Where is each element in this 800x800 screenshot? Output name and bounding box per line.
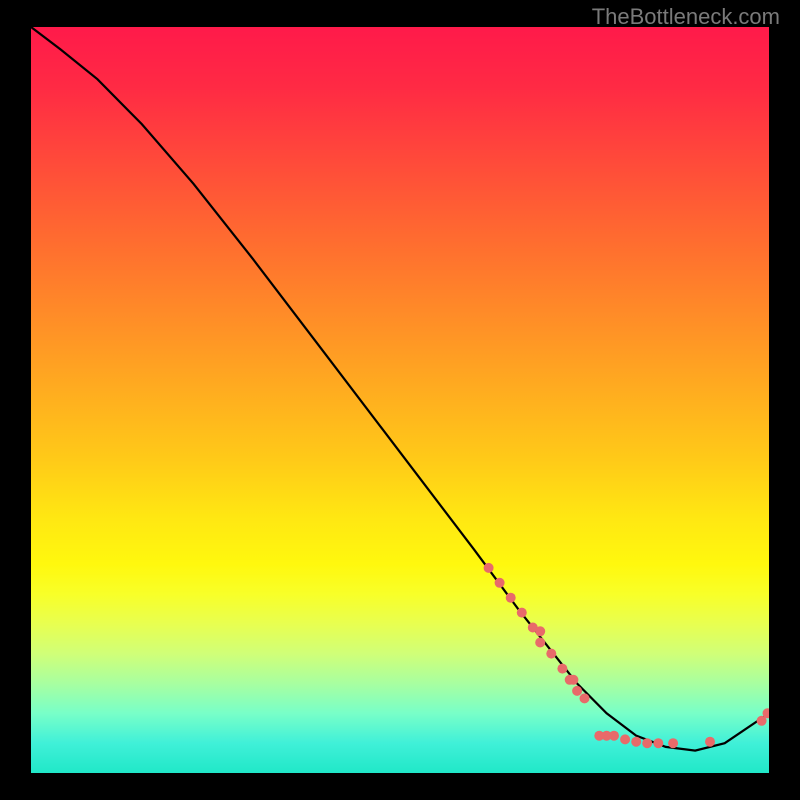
data-marker [642, 738, 652, 748]
data-marker [557, 664, 567, 674]
plot-area [31, 27, 769, 773]
data-marker [620, 734, 630, 744]
data-marker [517, 608, 527, 618]
data-marker [580, 693, 590, 703]
data-marker [705, 737, 715, 747]
data-marker [484, 563, 494, 573]
data-marker [535, 626, 545, 636]
data-marker [568, 675, 578, 685]
marker-group [484, 563, 769, 748]
curve-path [31, 27, 769, 751]
data-marker [546, 649, 556, 659]
data-marker [653, 738, 663, 748]
data-marker [668, 738, 678, 748]
data-marker [535, 638, 545, 648]
data-marker [506, 593, 516, 603]
curve-svg [31, 27, 769, 773]
watermark-text: TheBottleneck.com [592, 4, 780, 30]
data-marker [631, 737, 641, 747]
data-marker [572, 686, 582, 696]
data-marker [609, 731, 619, 741]
data-marker [495, 578, 505, 588]
